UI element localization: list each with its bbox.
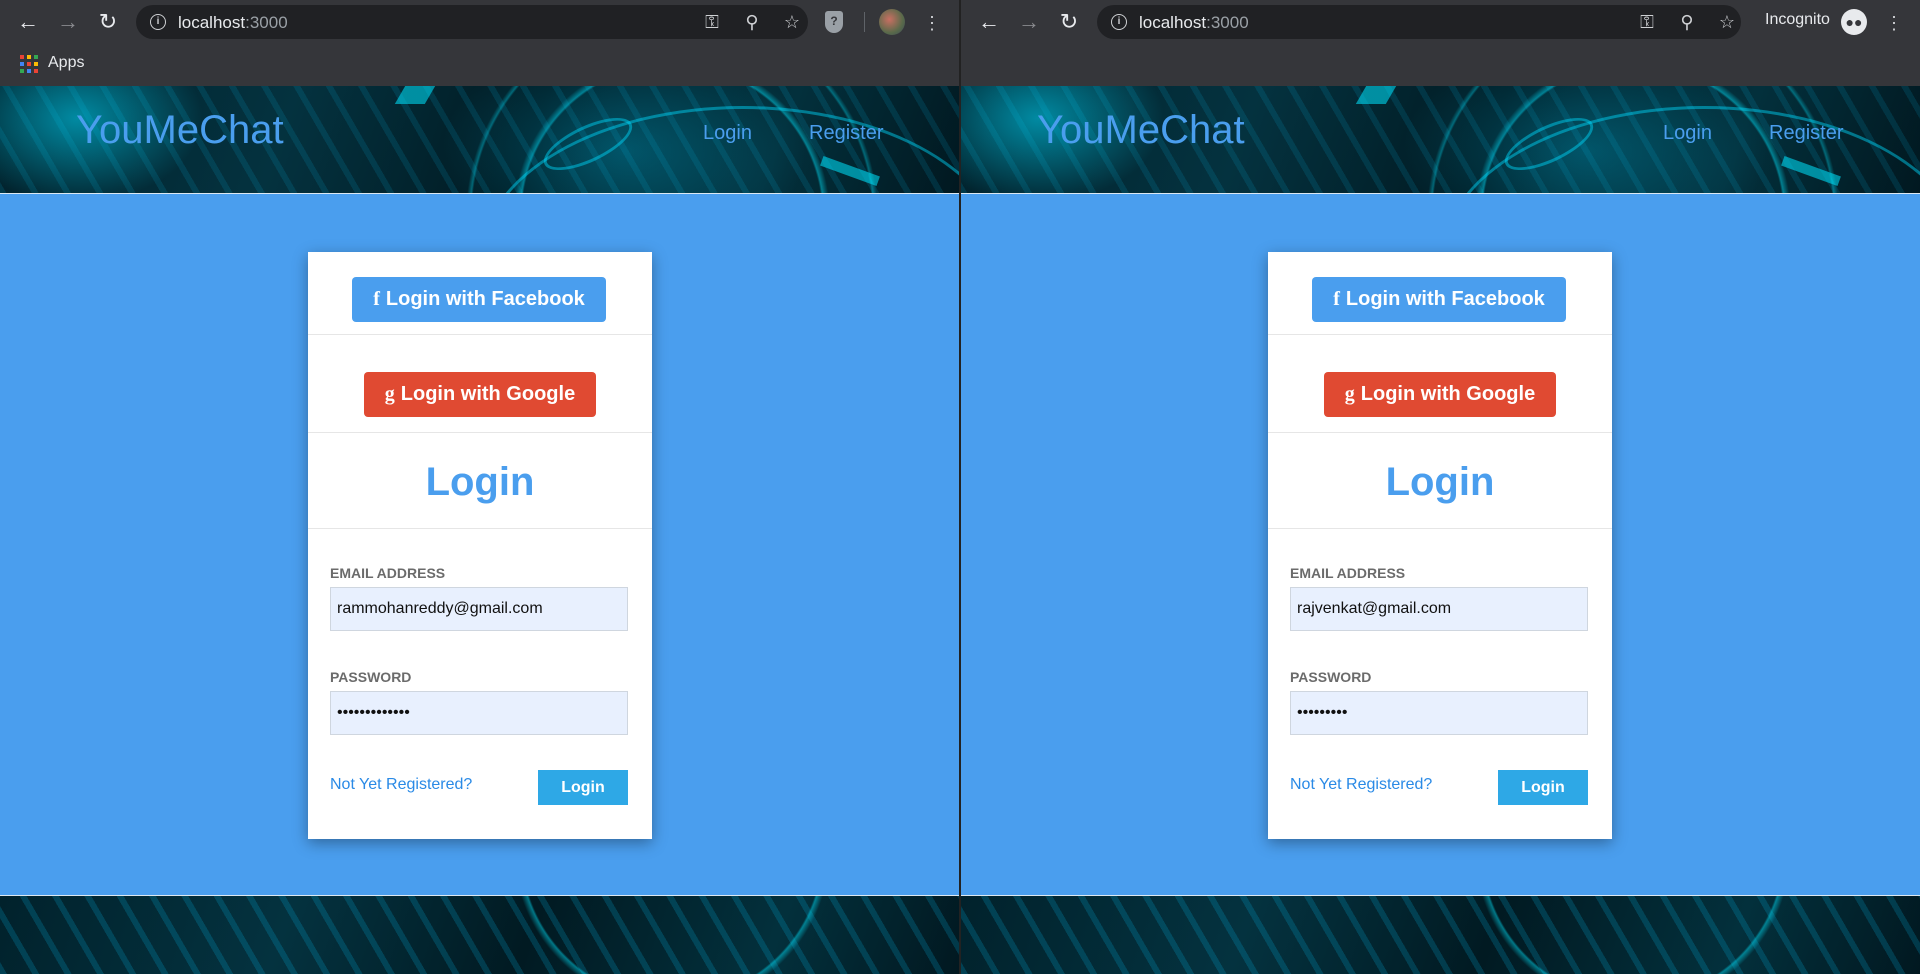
shield-icon[interactable]: ? (825, 11, 843, 33)
facebook-icon: f (1333, 288, 1340, 310)
browser-toolbar: ← → ↻ i localhost:3000 ⚿ ⚲ ☆ ? ⋮ (0, 0, 960, 44)
apps-icon[interactable] (20, 55, 38, 73)
url-text: localhost:3000 (1139, 13, 1249, 32)
site-info-icon[interactable]: i (1111, 14, 1127, 30)
email-label: EMAIL ADDRESS (1290, 565, 1406, 581)
login-card: f Login with Facebook g Login with Google … (308, 252, 652, 839)
bookmarks-bar-empty (961, 44, 1920, 86)
nav-register-link[interactable]: Register (1769, 122, 1843, 145)
apps-bookmark[interactable]: Apps (48, 54, 84, 72)
email-field[interactable] (330, 587, 628, 631)
menu-icon[interactable]: ⋮ (919, 10, 945, 36)
incognito-label: Incognito (1765, 11, 1830, 28)
login-submit-button[interactable]: Login (1498, 770, 1588, 805)
browser-window-right: ← → ↻ i localhost:3000 ⚿ ⚲ ☆ Incognito ●… (961, 0, 1920, 974)
email-field[interactable] (1290, 587, 1588, 631)
facebook-icon: f (373, 288, 380, 310)
browser-window-left: ← → ↻ i localhost:3000 ⚿ ⚲ ☆ ? ⋮ Apps Yo… (0, 0, 960, 974)
browser-toolbar: ← → ↻ i localhost:3000 ⚿ ⚲ ☆ Incognito ●… (961, 0, 1920, 44)
login-title: Login (1385, 460, 1495, 504)
incognito-icon[interactable]: ●● (1841, 9, 1867, 35)
zoom-icon[interactable]: ⚲ (740, 10, 764, 34)
header-decoration (1355, 86, 1397, 104)
login-title: Login (425, 460, 535, 504)
back-icon[interactable]: ← (975, 8, 1003, 36)
google-section: g Login with Google (1268, 335, 1612, 433)
password-label: PASSWORD (1290, 669, 1372, 685)
bookmarks-bar: Apps (0, 44, 960, 87)
key-icon[interactable]: ⚿ (700, 10, 724, 34)
google-icon: g (384, 383, 395, 405)
site-header: YouMeChat Login Register (0, 86, 960, 194)
register-link[interactable]: Not Yet Registered? (1290, 776, 1432, 794)
facebook-section: f Login with Facebook (1268, 252, 1612, 335)
address-bar[interactable]: i localhost:3000 ⚿ ⚲ ☆ (1097, 5, 1741, 39)
password-field[interactable] (1290, 691, 1588, 735)
site-footer (0, 896, 960, 974)
nav-login-link[interactable]: Login (703, 122, 752, 145)
facebook-login-button[interactable]: f Login with Facebook (352, 277, 606, 322)
nav-register-link[interactable]: Register (809, 122, 883, 145)
facebook-login-button[interactable]: f Login with Facebook (1312, 277, 1566, 322)
register-link[interactable]: Not Yet Registered? (330, 776, 472, 794)
facebook-section: f Login with Facebook (308, 252, 652, 335)
password-label: PASSWORD (330, 669, 412, 685)
google-section: g Login with Google (308, 335, 652, 433)
email-label: EMAIL ADDRESS (330, 565, 446, 581)
site-footer (961, 896, 1920, 974)
login-submit-button[interactable]: Login (538, 770, 628, 805)
login-card: f Login with Facebook g Login with Google … (1268, 252, 1612, 839)
star-icon[interactable]: ☆ (1715, 10, 1739, 34)
reload-icon[interactable]: ↻ (1055, 8, 1083, 36)
site-header: YouMeChat Login Register (961, 86, 1920, 194)
menu-icon[interactable]: ⋮ (1881, 10, 1907, 36)
password-field[interactable] (330, 691, 628, 735)
reload-icon[interactable]: ↻ (94, 8, 122, 36)
zoom-icon[interactable]: ⚲ (1675, 10, 1699, 34)
nav-login-link[interactable]: Login (1663, 122, 1712, 145)
address-bar[interactable]: i localhost:3000 ⚿ ⚲ ☆ (136, 5, 808, 39)
forward-icon[interactable]: → (54, 8, 82, 36)
site-info-icon[interactable]: i (150, 14, 166, 30)
url-text: localhost:3000 (178, 13, 288, 32)
google-login-button[interactable]: g Login with Google (1324, 372, 1556, 417)
star-icon[interactable]: ☆ (780, 10, 804, 34)
toolbar-divider (864, 12, 865, 32)
forward-icon[interactable]: → (1015, 8, 1043, 36)
back-icon[interactable]: ← (14, 8, 42, 36)
brand-logo[interactable]: YouMeChat (76, 108, 284, 153)
google-login-button[interactable]: g Login with Google (364, 372, 596, 417)
google-icon: g (1344, 383, 1355, 405)
brand-logo[interactable]: YouMeChat (1037, 108, 1245, 153)
key-icon[interactable]: ⚿ (1635, 10, 1659, 34)
avatar[interactable] (879, 9, 905, 35)
header-decoration (394, 86, 436, 104)
